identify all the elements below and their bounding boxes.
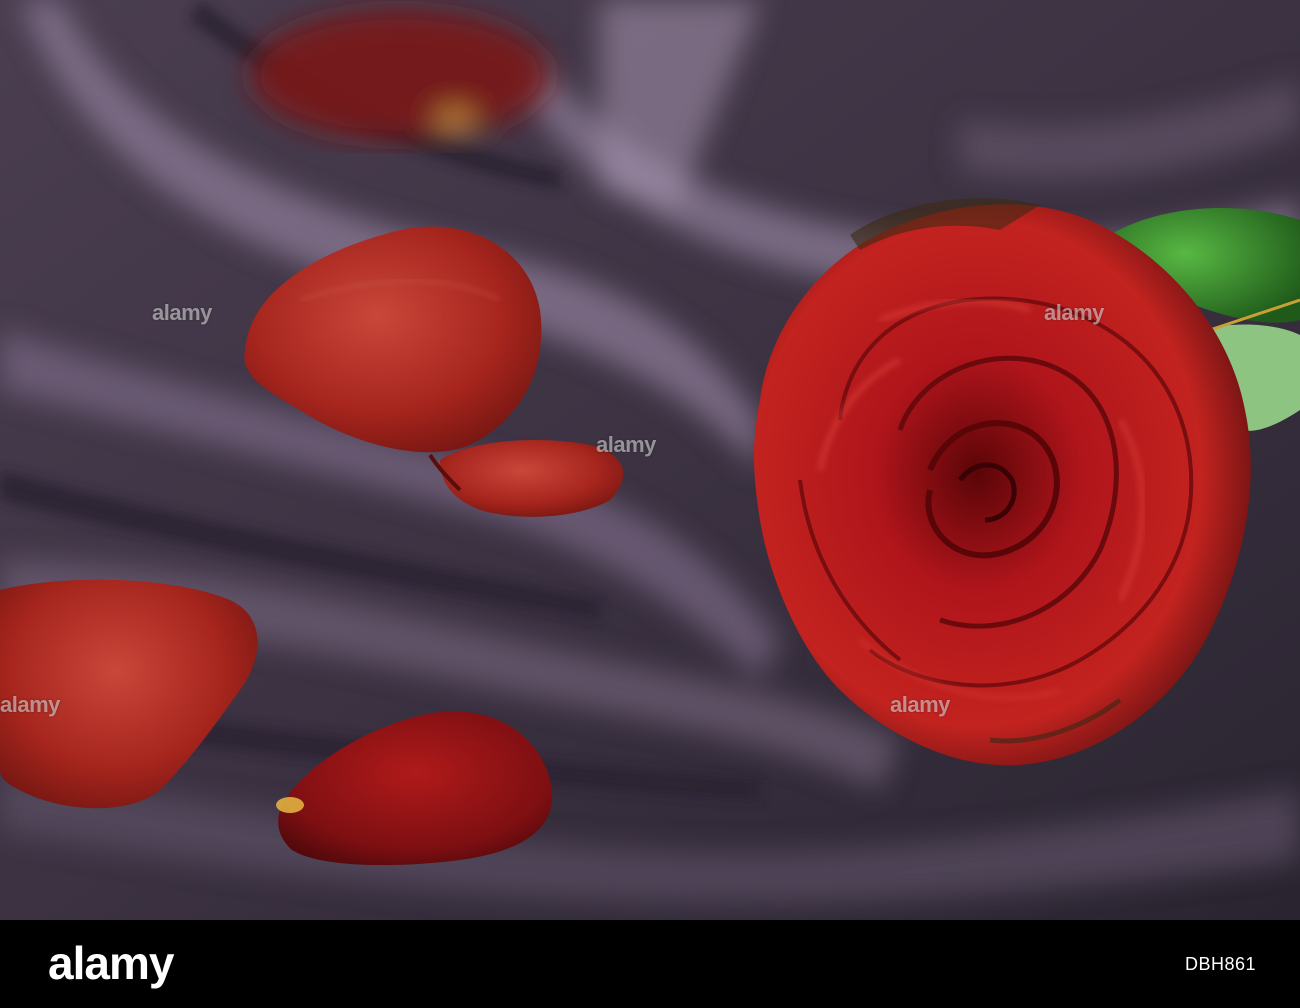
watermark: alamy	[596, 432, 656, 457]
watermark: alamy	[890, 692, 950, 717]
rose-on-satin-illustration	[0, 0, 1300, 920]
blurred-petal-top	[250, 10, 550, 140]
watermark: alamy	[0, 692, 60, 717]
stock-footer-bar: alamy DBH861	[0, 920, 1300, 1008]
image-code: DBH861	[1184, 954, 1256, 974]
alamy-logo: alamy	[48, 937, 174, 989]
photo-area: alamy alamy alamy alamy alamy	[0, 0, 1300, 920]
stock-photo: alamy alamy alamy alamy alamy alamy DBH8…	[0, 0, 1300, 1008]
watermark: alamy	[1044, 300, 1104, 325]
watermark: alamy	[152, 300, 212, 325]
